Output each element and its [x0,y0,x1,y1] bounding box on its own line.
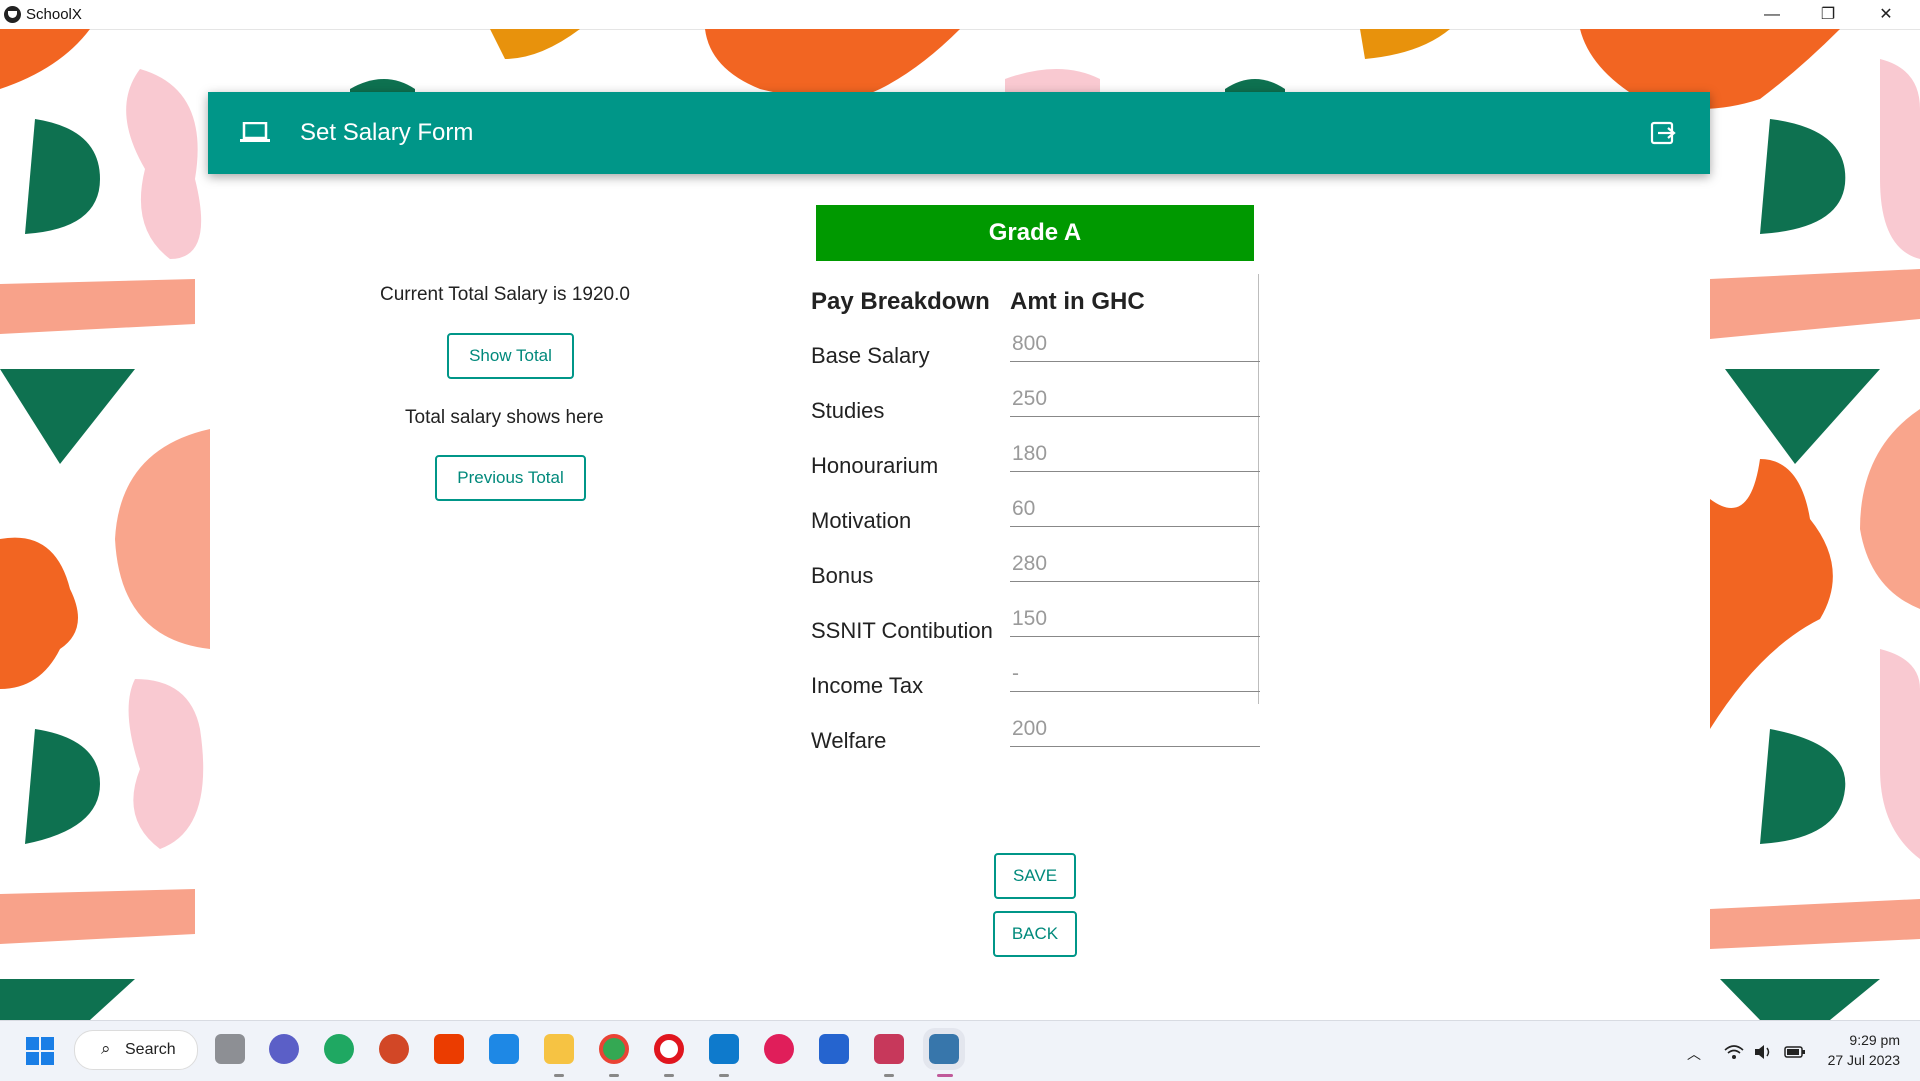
running-indicator [719,1074,729,1077]
file-explorer-icon[interactable] [544,1034,574,1064]
taskbar-search[interactable]: ⌕ Search [74,1030,198,1070]
opera-icon[interactable] [654,1034,684,1064]
row-label-income-tax: Income Tax [811,673,924,698]
edge-icon[interactable] [324,1034,354,1064]
row-label-bonus: Bonus [811,563,874,588]
save-button[interactable]: SAVE [994,853,1076,899]
previous-total-button[interactable]: Previous Total [435,455,586,501]
window-title: SchoolX [26,6,82,23]
column-header-amount: Amt in GHC [1010,288,1145,315]
honourarium-field[interactable]: 180 [1010,438,1260,472]
show-total-button[interactable]: Show Total [447,333,574,379]
powerpoint-icon[interactable] [379,1034,409,1064]
minimize-button[interactable]: — [1744,0,1800,29]
grade-banner: Grade A [816,205,1254,261]
row-label-base-salary: Base Salary [811,343,930,368]
teams-icon[interactable] [269,1034,299,1064]
battery-icon[interactable] [1784,1044,1806,1063]
window-title-bar: SchoolX — ❐ ✕ [0,0,1920,30]
page-title: Set Salary Form [300,119,474,146]
office-icon[interactable] [434,1034,464,1064]
python-icon[interactable] [923,1028,965,1070]
column-header-breakdown: Pay Breakdown [811,288,990,315]
logout-icon[interactable] [1650,120,1676,151]
income-tax-field[interactable]: - [1010,658,1260,692]
row-label-studies: Studies [811,398,885,423]
back-button[interactable]: BACK [993,911,1077,957]
running-indicator [554,1074,564,1077]
active-app-indicator [937,1074,953,1077]
search-icon: ⌕ [101,1039,111,1058]
row-label-ssnit: SSNIT Contibution [811,618,993,643]
snipping-tool-icon[interactable] [874,1034,904,1064]
bonus-field[interactable]: 280 [1010,548,1260,582]
current-total-text: Current Total Salary is 1920.0 [380,284,630,305]
search-label: Search [125,1041,176,1058]
wifi-icon[interactable] [1724,1044,1744,1063]
chevron-up-icon[interactable]: ︿ [1687,1044,1701,1064]
app-header: Set Salary Form [208,92,1710,174]
row-label-honourarium: Honourarium [811,453,939,478]
row-label-motivation: Motivation [811,508,912,533]
clock-time: 9:29 pm [1849,1032,1900,1048]
restore-button[interactable]: ❐ [1800,0,1856,29]
running-indicator [884,1074,894,1077]
slack-icon[interactable] [764,1034,794,1064]
task-view-icon[interactable] [215,1034,245,1064]
close-button[interactable]: ✕ [1858,0,1914,29]
running-indicator [609,1074,619,1077]
vscode-icon[interactable] [709,1034,739,1064]
windows-start-icon[interactable] [26,1037,54,1065]
mail-icon[interactable] [489,1034,519,1064]
motivation-field[interactable]: 60 [1010,493,1260,527]
welfare-field[interactable]: 200 [1010,713,1260,747]
studies-field[interactable]: 250 [1010,383,1260,417]
total-salary-output: Total salary shows here [405,407,604,428]
app-logo-icon [4,6,21,23]
volume-icon[interactable] [1754,1044,1774,1063]
clock-date: 27 Jul 2023 [1827,1052,1900,1068]
row-label-welfare: Welfare [811,728,887,753]
base-salary-field[interactable]: 800 [1010,328,1260,362]
ssnit-field[interactable]: 150 [1010,603,1260,637]
running-indicator [664,1074,674,1077]
chrome-icon[interactable] [599,1034,629,1064]
system-clock[interactable]: 9:29 pm 27 Jul 2023 [1828,1030,1900,1070]
todo-icon[interactable] [819,1034,849,1064]
laptop-icon [240,121,270,149]
